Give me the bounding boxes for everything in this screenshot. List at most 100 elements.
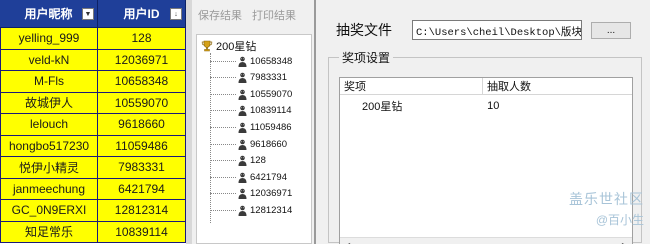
user-icon	[238, 188, 247, 200]
tree-item[interactable]: 12036971	[210, 187, 292, 201]
table-row[interactable]: hongbo517230 11059486	[0, 135, 186, 157]
tree-item-label: 12036971	[250, 188, 293, 200]
user-id-cell[interactable]: 12036971	[98, 49, 186, 70]
tree-branch-line	[210, 143, 236, 145]
watermark: 盖乐世社区 @百小生	[569, 189, 644, 228]
table-row[interactable]: veld-kN 12036971	[0, 49, 186, 71]
nickname-cell[interactable]: GC_0N9ERXI	[0, 200, 98, 221]
user-id-cell[interactable]: 10839114	[98, 221, 186, 242]
sheet-header-row: 用户昵称 ▼ 用户ID ↓	[0, 0, 186, 28]
results-tree[interactable]: 200星钻 10658348 7983331 10559070 10839114 110…	[196, 34, 312, 244]
user-id-cell[interactable]: 6421794	[98, 178, 186, 199]
table-row[interactable]: lelouch 9618660	[0, 114, 186, 136]
nickname-cell[interactable]: veld-kN	[0, 49, 98, 70]
print-results-button[interactable]: 打印结果	[252, 7, 296, 23]
watermark-main: 盖乐世社区	[569, 191, 644, 207]
sheet-body: yelling_999 128 veld-kN 12036971 M-Fls 106583…	[0, 28, 186, 243]
browse-button[interactable]: ...	[591, 22, 631, 39]
horizontal-scrollbar[interactable]: ◀ ▶	[340, 237, 632, 244]
tree-item-label: 10658348	[250, 55, 293, 67]
tree-item-label: 9618660	[250, 138, 287, 150]
save-results-button[interactable]: 保存结果	[198, 7, 242, 23]
user-id-cell[interactable]: 12812314	[98, 200, 186, 221]
column-header-draw-count[interactable]: 抽取人数	[483, 78, 632, 94]
tree-item[interactable]: 128	[210, 154, 266, 168]
tree-branch-line	[210, 110, 236, 112]
tree-branch-line	[210, 93, 236, 95]
table-row[interactable]: 悦伊小精灵 7983331	[0, 157, 186, 179]
prize-name-cell: 200星钻	[362, 101, 403, 113]
tree-item[interactable]: 10559070	[210, 87, 292, 101]
table-row[interactable]: 故城伊人 10559070	[0, 92, 186, 114]
tree-item-label: 10559070	[250, 88, 293, 100]
user-icon	[238, 172, 247, 183]
tree-branch-line	[210, 160, 236, 162]
tree-item-label: 7983331	[250, 72, 287, 84]
tree-item-label: 12812314	[250, 204, 293, 216]
nickname-cell[interactable]: 知足常乐	[0, 221, 98, 242]
table-row[interactable]: 知足常乐 10839114	[0, 221, 186, 243]
tree-item[interactable]: 10839114	[210, 104, 292, 118]
user-id-cell[interactable]: 9618660	[98, 114, 186, 135]
watermark-sub: @百小生	[595, 213, 644, 227]
spreadsheet: 用户昵称 ▼ 用户ID ↓ yelling_999 128 veld-kN 12036…	[0, 0, 186, 244]
tree-item[interactable]: 11059486	[210, 120, 292, 134]
column-header-prize[interactable]: 奖项	[340, 78, 484, 94]
user-id-cell[interactable]: 128	[98, 28, 186, 49]
user-icon	[238, 205, 247, 216]
column-header-nickname[interactable]: 用户昵称 ▼	[0, 0, 98, 27]
tree-item[interactable]: 12812314	[210, 203, 292, 217]
nickname-cell[interactable]: 故城伊人	[0, 92, 98, 113]
nickname-cell[interactable]: 悦伊小精灵	[0, 157, 98, 178]
tree-item[interactable]: 7983331	[210, 71, 287, 85]
prize-settings-title: 奖项设置	[339, 49, 394, 66]
draw-count-cell: 10	[487, 100, 500, 112]
user-id-cell[interactable]: 10658348	[98, 71, 186, 92]
user-icon	[238, 155, 247, 167]
tree-item[interactable]: 9618660	[210, 137, 287, 151]
tree-branch-line	[210, 209, 236, 211]
tree-branch-line	[210, 176, 236, 178]
tree-item-label: 11059486	[250, 121, 292, 133]
nickname-cell[interactable]: yelling_999	[0, 28, 98, 49]
table-row[interactable]: janmeechung 6421794	[0, 178, 186, 200]
prize-table-row[interactable]: 200星钻 10	[340, 97, 632, 115]
lottery-dialog: 抽奖文件 C:\Users\cheil\Desktop\版块活 ... 奖项设置…	[316, 0, 650, 244]
tree-item-label: 6421794	[250, 171, 287, 183]
tree-item[interactable]: 10658348	[210, 54, 292, 68]
user-icon	[238, 56, 247, 67]
user-icon	[238, 89, 247, 100]
table-row[interactable]: M-Fls 10658348	[0, 71, 186, 93]
tree-branch-line	[210, 60, 236, 62]
nickname-cell[interactable]: hongbo517230	[0, 135, 98, 156]
file-path-input[interactable]: C:\Users\cheil\Desktop\版块活	[412, 20, 582, 40]
results-toolbar: 保存结果 打印结果	[192, 0, 314, 30]
column-header-user-id[interactable]: 用户ID ↓	[98, 0, 186, 27]
tree-root-label: 200星钻	[216, 41, 257, 53]
results-panel: 保存结果 打印结果 200星钻 10658348 7983331 10559070 1…	[192, 0, 314, 244]
user-id-cell[interactable]: 11059486	[98, 135, 186, 156]
table-row[interactable]: yelling_999 128	[0, 28, 186, 50]
table-row[interactable]: GC_0N9ERXI 12812314	[0, 200, 186, 222]
trophy-icon	[201, 40, 213, 52]
file-row: 抽奖文件 C:\Users\cheil\Desktop\版块活	[336, 20, 582, 40]
tree-item-label: 128	[250, 155, 266, 167]
sort-filter-icon[interactable]: ↓	[170, 8, 182, 20]
tree-item[interactable]: 6421794	[210, 170, 287, 184]
tree-branch-line	[210, 77, 236, 79]
nickname-cell[interactable]: lelouch	[0, 114, 98, 135]
prize-table-header: 奖项 抽取人数	[340, 78, 632, 95]
nickname-cell[interactable]: janmeechung	[0, 178, 98, 199]
tree-root-node[interactable]: 200星钻	[201, 38, 256, 54]
column-header-nickname-label: 用户昵称	[24, 7, 73, 21]
nickname-cell[interactable]: M-Fls	[0, 71, 98, 92]
user-icon	[238, 122, 247, 133]
column-header-user-id-label: 用户ID	[123, 7, 160, 21]
filter-dropdown-icon[interactable]: ▼	[82, 8, 94, 20]
tree-branch-line	[210, 193, 236, 195]
user-id-cell[interactable]: 7983331	[98, 157, 186, 178]
user-id-cell[interactable]: 10559070	[98, 92, 186, 113]
tree-branch-line	[210, 126, 236, 128]
user-icon	[238, 139, 247, 150]
user-icon	[238, 105, 247, 117]
